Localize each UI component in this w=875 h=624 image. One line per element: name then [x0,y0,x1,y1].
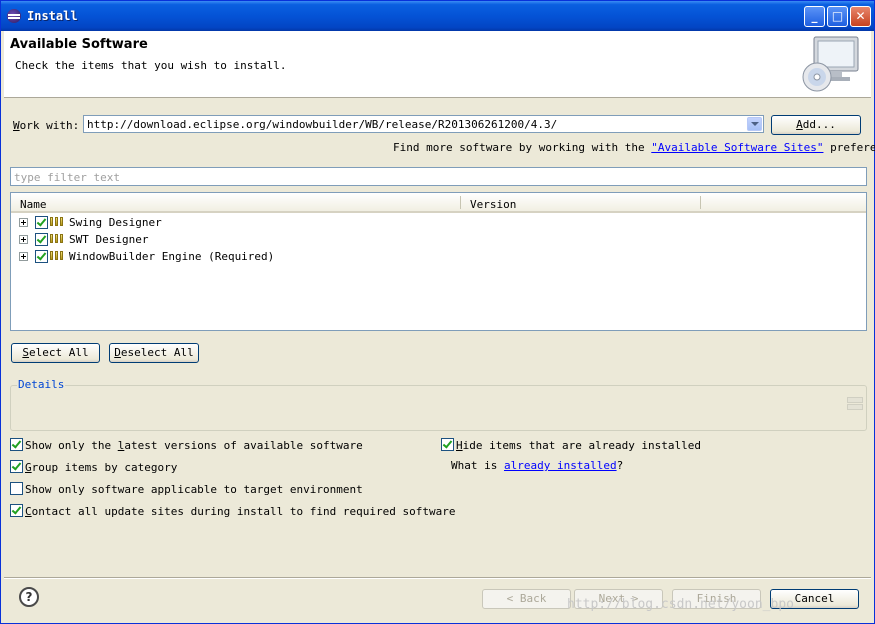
chevron-down-icon[interactable] [747,117,762,131]
hide-installed-checkbox[interactable] [441,438,454,451]
eclipse-icon [7,9,21,23]
watermark-text: http://blog.csdn.net/yoon_bpo [567,597,794,612]
install-dialog: Install _ □ ✕ Available Software Check t… [0,0,875,624]
contact-sites-label[interactable]: Contact all update sites during install … [25,505,455,518]
back-button[interactable]: < Back [482,589,571,609]
software-tree[interactable]: Name Version Swing Designer SWT Designer… [10,192,867,331]
feature-icon [50,251,64,260]
work-with-combo[interactable]: http://download.eclipse.org/windowbuilde… [83,115,764,133]
details-title: Details [17,378,66,391]
row-checkbox[interactable] [35,216,48,229]
close-button[interactable]: ✕ [850,6,871,27]
minimize-button[interactable]: _ [804,6,825,27]
column-version[interactable]: Version [470,198,516,211]
select-all-button[interactable]: Select All [11,343,100,363]
tree-row[interactable]: SWT Designer [11,231,866,248]
hide-installed-label[interactable]: Hide items that are already installed [456,439,701,452]
expand-icon[interactable] [19,235,28,244]
deselect-all-button[interactable]: Deselect All [109,343,199,363]
already-installed-link[interactable]: already installed [504,459,617,472]
column-name[interactable]: Name [20,198,47,211]
expand-icon[interactable] [19,218,28,227]
row-label: SWT Designer [69,233,149,246]
column-separator[interactable] [700,196,701,209]
contact-sites-checkbox[interactable] [10,504,23,517]
row-label: Swing Designer [69,216,162,229]
feature-icon [50,234,64,243]
target-env-label[interactable]: Show only software applicable to target … [25,483,363,496]
find-more-text: Find more software by working with the "… [393,141,875,154]
target-env-checkbox[interactable] [10,482,23,495]
window-title: Install [27,9,78,23]
filter-input[interactable]: type filter text [10,167,867,186]
page-title: Available Software [10,37,148,52]
latest-versions-label[interactable]: Show only the latest versions of availab… [25,439,363,452]
add-site-button[interactable]: Add... [771,115,861,135]
row-checkbox[interactable] [35,233,48,246]
tree-row[interactable]: Swing Designer [11,214,866,231]
maximize-button[interactable]: □ [827,6,848,27]
details-spinner[interactable] [847,397,863,411]
group-items-label[interactable]: Group items by category [25,461,177,474]
work-with-value[interactable]: http://download.eclipse.org/windowbuilde… [87,118,557,131]
install-computer-icon [802,36,859,92]
work-with-label: Work with: [13,119,80,132]
column-separator[interactable] [460,196,461,209]
footer-separator [4,577,871,579]
row-label: WindowBuilder Engine (Required) [69,250,275,263]
what-is-installed-text: What is already installed? [451,459,624,472]
wizard-header: Available Software Check the items that … [4,31,871,98]
title-bar[interactable]: Install _ □ ✕ [1,1,874,31]
available-software-sites-link[interactable]: "Available Software Sites" [651,141,823,154]
details-group [10,385,867,431]
latest-versions-checkbox[interactable] [10,438,23,451]
help-icon[interactable]: ? [19,587,39,607]
group-items-checkbox[interactable] [10,460,23,473]
row-checkbox[interactable] [35,250,48,263]
tree-header: Name Version [11,193,866,213]
feature-icon [50,217,64,226]
filter-placeholder: type filter text [14,171,120,184]
tree-row[interactable]: WindowBuilder Engine (Required) [11,248,866,265]
expand-icon[interactable] [19,252,28,261]
page-subtitle: Check the items that you wish to install… [15,59,287,72]
